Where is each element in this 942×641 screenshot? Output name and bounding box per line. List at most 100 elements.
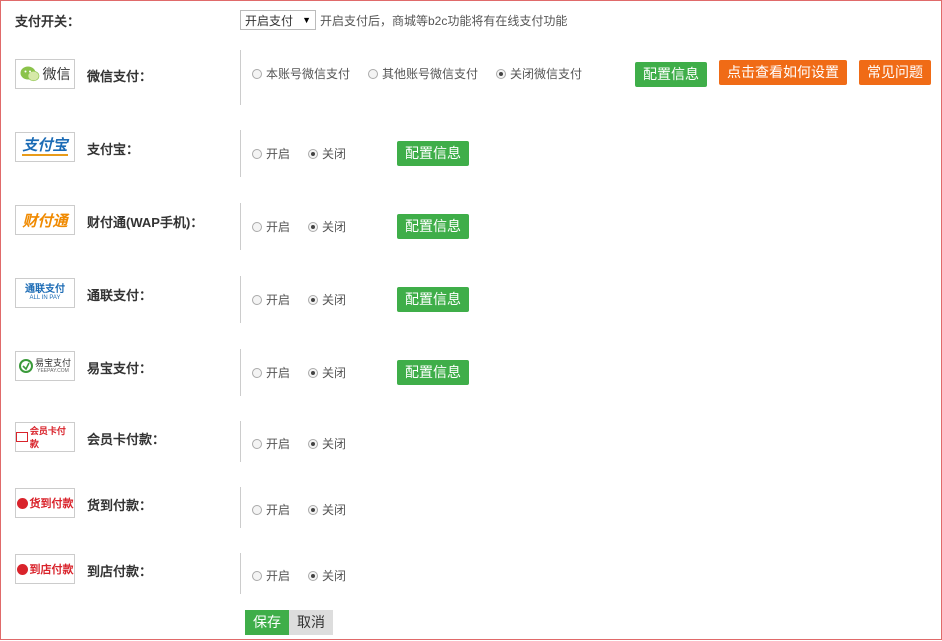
membercard-option-enable[interactable]: 开启 bbox=[252, 435, 290, 452]
instore-logo-icon: 到店付款 bbox=[15, 554, 75, 584]
allinpay-logo-subtext: ALL IN PAY bbox=[29, 295, 61, 301]
option-label: 关闭 bbox=[322, 220, 347, 234]
allinpay-logo-icon: 通联支付 ALL IN PAY bbox=[15, 278, 75, 308]
allinpay-label: 通联支付： bbox=[87, 288, 153, 303]
alipay-label: 支付宝： bbox=[87, 142, 140, 157]
allinpay-config-button[interactable]: 配置信息 bbox=[397, 287, 469, 312]
wechat-option-other-account[interactable]: 其他账号微信支付 bbox=[368, 65, 478, 82]
wechat-faq-button[interactable]: 常见问题 bbox=[859, 60, 931, 85]
option-label: 关闭 bbox=[322, 503, 347, 517]
allinpay-panel: 开启 关闭 配置信息 bbox=[240, 276, 469, 323]
alipay-panel: 开启 关闭 配置信息 bbox=[240, 130, 469, 177]
radio-icon bbox=[252, 438, 262, 449]
wechat-config-button[interactable]: 配置信息 bbox=[635, 62, 707, 87]
instore-logo-text: 到店付款 bbox=[29, 564, 74, 576]
alipay-logo-icon: 支付宝 bbox=[15, 132, 75, 162]
alipay-logo-text: 支付宝 bbox=[22, 137, 68, 156]
cancel-button[interactable]: 取消 bbox=[289, 610, 333, 635]
radio-icon bbox=[252, 367, 262, 378]
wechat-pay-panel: 本账号微信支付 其他账号微信支付 关闭微信支付 配置信息 点击查看如何设置 常见… bbox=[240, 50, 931, 105]
save-button[interactable]: 保存 bbox=[245, 610, 289, 635]
wechat-howto-button[interactable]: 点击查看如何设置 bbox=[719, 60, 847, 85]
option-label: 关闭微信支付 bbox=[510, 67, 583, 81]
instore-option-enable[interactable]: 开启 bbox=[252, 567, 290, 584]
membercard-panel: 开启 关闭 bbox=[240, 421, 346, 462]
radio-icon bbox=[252, 294, 262, 305]
option-label: 开启 bbox=[266, 293, 291, 307]
membercard-label: 会员卡付款： bbox=[87, 432, 166, 447]
yeepay-config-button[interactable]: 配置信息 bbox=[397, 360, 469, 385]
cod-logo-icon: 货到付款 bbox=[15, 488, 75, 518]
option-label: 其他账号微信支付 bbox=[382, 67, 479, 81]
yeepay-label: 易宝支付： bbox=[87, 361, 153, 376]
cod-option-disable[interactable]: 关闭 bbox=[308, 501, 346, 518]
yeepay-option-enable[interactable]: 开启 bbox=[252, 364, 290, 381]
payment-switch-select[interactable]: 开启支付 ▼ bbox=[240, 10, 316, 30]
yeepay-option-disable[interactable]: 关闭 bbox=[308, 364, 346, 381]
yeepay-logo-icon: 易宝支付 YEEPAY.COM bbox=[15, 351, 75, 381]
wechat-logo-icon: 微信 bbox=[15, 59, 75, 89]
instore-option-disable[interactable]: 关闭 bbox=[308, 567, 346, 584]
radio-checked-icon bbox=[496, 68, 507, 79]
wechat-option-disable[interactable]: 关闭微信支付 bbox=[496, 65, 582, 82]
allinpay-logo-text: 通联支付 bbox=[25, 284, 65, 295]
alipay-option-enable[interactable]: 开启 bbox=[252, 145, 290, 162]
radio-checked-icon bbox=[308, 504, 319, 515]
option-label: 本账号微信支付 bbox=[266, 67, 351, 81]
option-label: 开启 bbox=[266, 220, 291, 234]
tenpay-option-disable[interactable]: 关闭 bbox=[308, 218, 346, 235]
wechat-logo-text: 微信 bbox=[42, 66, 71, 82]
tenpay-config-button[interactable]: 配置信息 bbox=[397, 214, 469, 239]
yeepay-logo-subtext: YEEPAY.COM bbox=[37, 368, 69, 374]
option-label: 关闭 bbox=[322, 437, 347, 451]
membercard-logo-text: 会员卡付款 bbox=[29, 426, 66, 449]
yeepay-panel: 开启 关闭 配置信息 bbox=[240, 349, 469, 396]
option-label: 开启 bbox=[266, 569, 291, 583]
page-frame bbox=[0, 0, 942, 640]
radio-checked-icon bbox=[308, 438, 319, 449]
radio-checked-icon bbox=[308, 221, 319, 232]
alipay-config-button[interactable]: 配置信息 bbox=[397, 141, 469, 166]
option-label: 关闭 bbox=[322, 147, 347, 161]
option-label: 关闭 bbox=[322, 366, 347, 380]
tenpay-panel: 开启 关闭 配置信息 bbox=[240, 203, 469, 250]
tenpay-label: 财付通(WAP手机)： bbox=[87, 215, 204, 230]
radio-icon bbox=[368, 68, 379, 79]
allinpay-option-disable[interactable]: 关闭 bbox=[308, 291, 346, 308]
allinpay-option-enable[interactable]: 开启 bbox=[252, 291, 290, 308]
membercard-logo-icon: 会员卡付款 bbox=[15, 422, 75, 452]
membercard-option-disable[interactable]: 关闭 bbox=[308, 435, 346, 452]
radio-icon bbox=[252, 221, 262, 232]
instore-label: 到店付款： bbox=[87, 564, 153, 579]
radio-checked-icon bbox=[308, 570, 319, 581]
cod-logo-text: 货到付款 bbox=[29, 498, 74, 510]
instore-panel: 开启 关闭 bbox=[240, 553, 346, 594]
payment-switch-label: 支付开关： bbox=[15, 13, 81, 29]
wechat-pay-label: 微信支付： bbox=[87, 69, 153, 84]
tenpay-logo-icon: 财付通 bbox=[15, 205, 75, 235]
radio-icon bbox=[252, 148, 262, 159]
radio-icon bbox=[252, 570, 262, 581]
alipay-option-disable[interactable]: 关闭 bbox=[308, 145, 346, 162]
payment-switch-hint: 开启支付后，商城等b2c功能将有在线支付功能 bbox=[320, 13, 568, 28]
option-label: 开启 bbox=[266, 147, 291, 161]
radio-checked-icon bbox=[308, 294, 319, 305]
tenpay-option-enable[interactable]: 开启 bbox=[252, 218, 290, 235]
dropdown-arrow-icon: ▼ bbox=[302, 15, 311, 25]
option-label: 关闭 bbox=[322, 293, 347, 307]
yeepay-logo-text: 易宝支付 bbox=[34, 358, 71, 368]
payment-switch-row: 支付开关： 开启支付 ▼ 开启支付后，商城等b2c功能将有在线支付功能 bbox=[15, 9, 567, 31]
radio-checked-icon bbox=[308, 367, 319, 378]
option-label: 关闭 bbox=[322, 569, 347, 583]
radio-icon bbox=[252, 68, 262, 79]
wechat-option-own-account[interactable]: 本账号微信支付 bbox=[252, 65, 350, 82]
option-label: 开启 bbox=[266, 366, 291, 380]
cod-option-enable[interactable]: 开启 bbox=[252, 501, 290, 518]
tenpay-logo-text: 财付通 bbox=[22, 212, 68, 230]
payment-switch-selected: 开启支付 bbox=[245, 13, 294, 28]
radio-checked-icon bbox=[308, 148, 319, 159]
cod-panel: 开启 关闭 bbox=[240, 487, 346, 528]
cod-label: 货到付款： bbox=[87, 498, 153, 513]
option-label: 开启 bbox=[266, 437, 291, 451]
option-label: 开启 bbox=[266, 503, 291, 517]
